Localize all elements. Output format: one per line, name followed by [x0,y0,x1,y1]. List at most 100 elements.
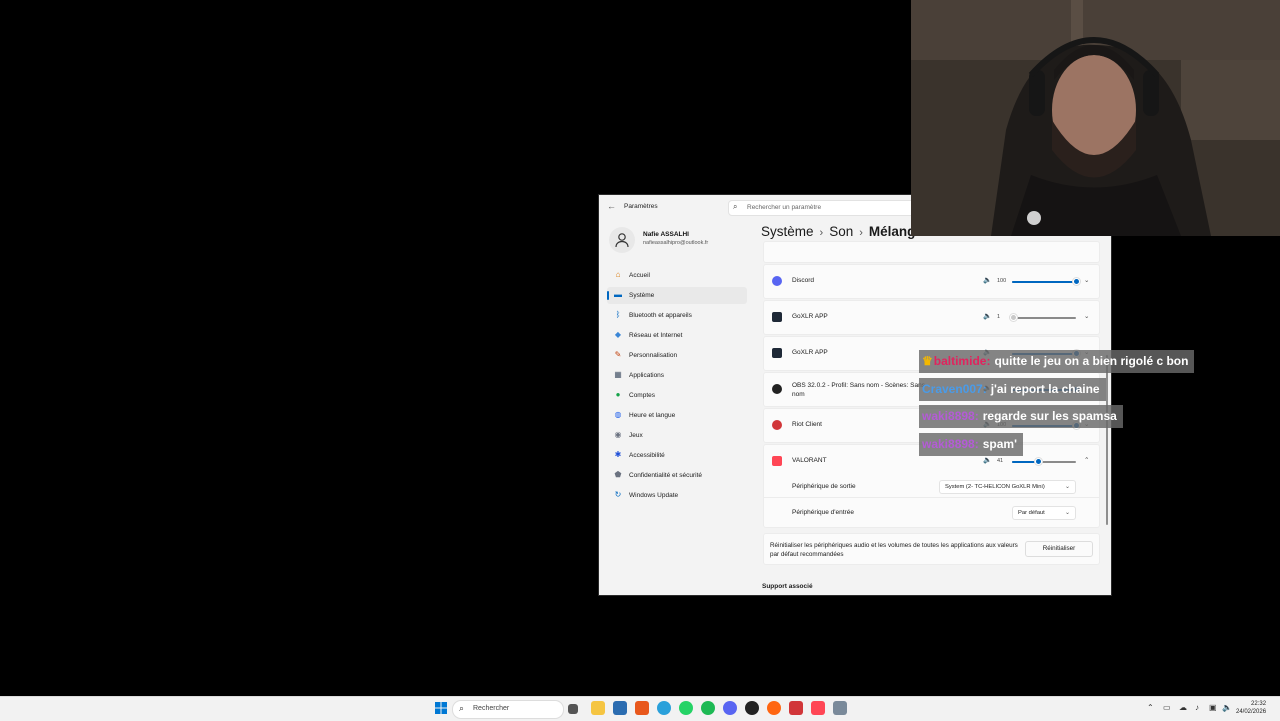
back-arrow-icon[interactable]: ← [607,201,616,211]
task-view-icon[interactable] [568,704,578,714]
sidebar-item-shield[interactable]: ⬟ Confidentialité et sécurité [607,467,747,484]
brush-icon: ✎ [614,350,622,359]
sidebar-item-home[interactable]: ⌂ Accueil [607,267,747,284]
display-icon[interactable]: ▣ [1209,703,1217,712]
user-email: nafieassalhipro@outlook.fr [643,240,709,246]
sidebar-item-label: Réseau et Internet [629,332,683,339]
chevron-right-icon: › [819,227,824,239]
breadcrumb-sound[interactable]: Son [829,224,853,239]
clock-date: 24/02/2026 [1236,709,1267,715]
chat-message: waki8898: regarde sur les spamsa [919,405,1123,428]
brave-icon[interactable] [635,701,649,715]
taskbar: ⌕ Rechercher ⌃ ▭ ☁ ♪ ▣ 🔈 22:32 24/02/202… [0,696,1280,721]
sidebar-item-account[interactable]: ● Comptes [607,387,747,404]
discord-icon[interactable] [723,701,737,715]
volume-value: 100 [997,278,1007,284]
gamepad-icon: ◉ [614,430,622,439]
webcam-overlay [911,0,1280,236]
chat-separator: : [986,354,991,368]
shield-icon: ⬟ [614,470,622,479]
valorant-icon[interactable] [811,701,825,715]
app-name: Discord [792,277,815,284]
volume-value: 1 [997,314,1001,320]
chevron-up-icon[interactable]: ⌃ [1084,456,1089,464]
sidebar-item-label: Jeux [629,432,643,439]
sidebar-item-label: Confidentialité et sécurité [629,472,702,479]
taskbar-search[interactable]: ⌕ Rechercher [452,700,564,719]
volume-slider-fill [1012,281,1076,283]
volume-slider-thumb[interactable] [1073,278,1080,285]
settings-app-icon[interactable] [833,701,847,715]
volume-slider-thumb[interactable] [1009,314,1017,321]
volume-icon[interactable]: 🔈 [1222,703,1232,712]
sidebar-item-system[interactable]: ▬ Système [607,287,747,304]
taskbar-search-placeholder: Rechercher [473,705,510,712]
sidebar-item-wifi[interactable]: ◆ Réseau et Internet [607,327,747,344]
app-volume-card: VALORANT 🔈 41 ⌃ Périphérique de sortie System… [763,444,1100,528]
sidebar-item-apps[interactable]: ▦ Applications [607,367,747,384]
home-icon: ⌂ [615,270,621,279]
sidebar-item-label: Accueil [629,272,650,279]
selected-indicator [607,291,609,300]
riot-client-icon[interactable] [789,701,803,715]
whatsapp-icon[interactable] [679,701,693,715]
volume-slider-thumb[interactable] [1035,458,1043,465]
spotify-icon[interactable] [701,701,715,715]
chat-separator: : [974,409,979,423]
volume-slider-track[interactable] [1012,317,1076,319]
input-device-label: Périphérique d'entrée [792,509,854,516]
sidebar-item-gamepad[interactable]: ◉ Jeux [607,427,747,444]
sidebar-item-bluetooth[interactable]: ᛒ Bluetooth et appareils [607,307,747,324]
breadcrumb-system[interactable]: Système [761,224,814,239]
avatar[interactable] [609,227,635,253]
sidebar-item-label: Personnalisation [629,352,678,359]
chevron-down-icon[interactable]: ⌄ [1084,312,1089,320]
sidebar-item-accessibility[interactable]: ✱ Accessibilité [607,447,747,464]
chat-text: j'ai report la chaine [990,381,1100,396]
file-explorer-icon[interactable] [591,701,605,715]
sidebar-item-update[interactable]: ↻ Windows Update [607,487,747,504]
chevron-up-icon[interactable]: ⌃ [1147,703,1154,712]
chat-separator: : [982,381,987,396]
bluetooth-icon: ᛒ [615,310,621,319]
app-volume-card: GoXLR APP 🔈 1 ⌄ [763,300,1100,335]
network-icon[interactable]: ▭ [1163,703,1171,712]
chevron-right-icon: › [859,227,863,239]
valorant-icon [772,456,782,466]
speaker-icon[interactable]: 🔈 [983,312,992,320]
chevron-down-icon[interactable]: ⌄ [1084,276,1089,284]
reset-description: Réinitialiser les périphériques audio et… [770,542,1018,558]
clock-time: 22:32 [1251,701,1267,707]
chat-text: regarde sur les spamsa [982,409,1117,423]
store-icon[interactable] [613,701,627,715]
obs-icon[interactable] [745,701,759,715]
output-device-dropdown[interactable]: System (2- TC-HELICON GoXLR Mini) ⌄ [939,480,1076,494]
settings-search-box[interactable]: ⌕ Rechercher un paramètre [728,200,930,216]
chat-message: waki8898: spam' [919,432,1023,456]
sidebar-item-label: Accessibilité [629,452,665,459]
globe-icon: ◍ [614,410,622,419]
riot-icon [772,420,782,430]
clock[interactable]: 22:32 24/02/2026 [1236,700,1266,716]
app-name: VALORANT [792,457,827,464]
sidebar-item-brush[interactable]: ✎ Personnalisation [607,347,747,364]
accessibility-icon: ✱ [614,450,622,459]
sidebar-item-label: Système [629,292,655,299]
sidebar-item-label: Heure et langue [629,412,676,419]
speaker-icon[interactable]: 🔈 [983,276,992,284]
search-placeholder: Rechercher un paramètre [747,204,822,211]
app-card-partial [763,241,1100,263]
microphone-icon[interactable]: ♪ [1195,703,1199,712]
sidebar-item-globe[interactable]: ◍ Heure et langue [607,407,747,424]
windows-start-icon[interactable] [435,702,447,714]
app-name: OBS 32.0.2 - Profil: Sans nom - Scènes: … [792,382,925,398]
search-icon: ⌕ [733,202,738,211]
account-icon: ● [615,390,621,399]
reset-button[interactable]: Réinitialiser [1025,541,1093,557]
speaker-icon[interactable]: 🔈 [983,456,992,464]
scrollbar[interactable] [1106,355,1108,525]
cloud-icon[interactable]: ☁ [1179,703,1187,712]
firefox-icon[interactable] [767,701,781,715]
input-device-dropdown[interactable]: Par défaut ⌄ [1012,506,1076,520]
telegram-icon[interactable] [657,701,671,715]
